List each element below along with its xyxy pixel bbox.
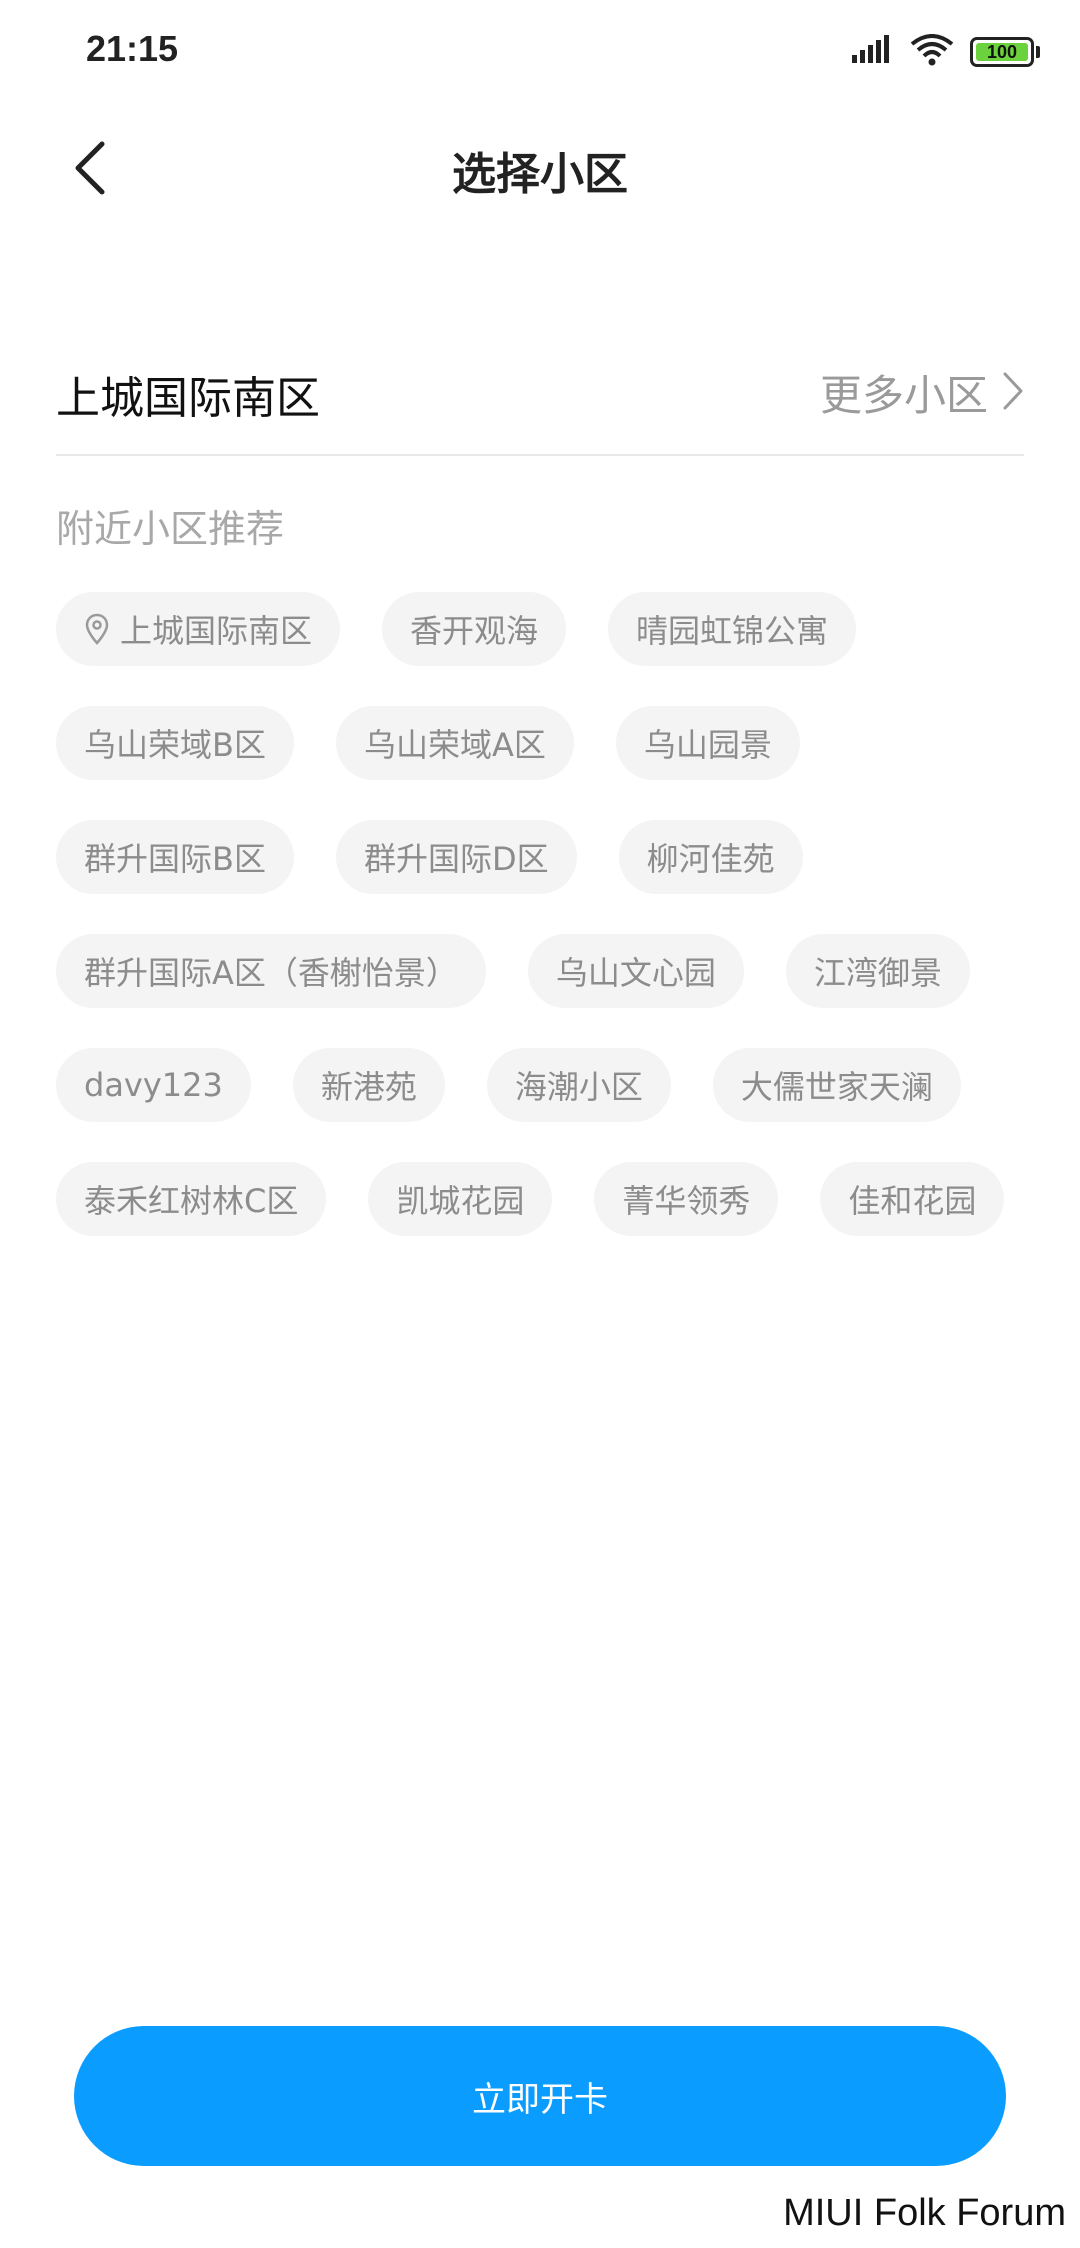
community-chip[interactable]: 乌山荣域A区: [335, 706, 574, 780]
community-chip[interactable]: 佳和花园: [820, 1162, 1005, 1236]
community-chip[interactable]: 菁华领秀: [594, 1162, 779, 1236]
community-chip[interactable]: 群升国际B区: [56, 820, 294, 894]
community-chip[interactable]: 晴园虹锦公寓: [608, 592, 857, 666]
community-chip[interactable]: 凯城花园: [368, 1162, 553, 1236]
status-icons: 100: [850, 32, 1040, 72]
more-communities-link[interactable]: 更多小区: [820, 362, 1024, 423]
community-chip[interactable]: 乌山文心园: [527, 934, 744, 1008]
community-chip[interactable]: 大儒世家天澜: [712, 1048, 961, 1122]
community-chip[interactable]: 江湾御景: [785, 934, 970, 1008]
wifi-icon: [910, 34, 954, 70]
page-title: 选择小区: [452, 149, 628, 200]
more-communities-label: 更多小区: [819, 371, 988, 420]
chip-row: 群升国际B区 群升国际D区 柳河佳苑: [56, 820, 1046, 894]
community-chip[interactable]: 海潮小区: [486, 1048, 671, 1122]
chip-row: 泰禾红树林C区 凯城花园 菁华领秀 佳和花园: [56, 1162, 1046, 1236]
status-bar: 21:15 100: [0, 0, 1080, 100]
selected-community-row: 上城国际南区 更多小区: [56, 350, 1024, 456]
nearby-section-title: 附近小区推荐: [56, 507, 285, 551]
nearby-community-list: 上城国际南区 香开观海 晴园虹锦公寓 乌山荣域B区 乌山荣域A区 乌山园景 群升…: [56, 592, 1046, 1276]
chip-row: 乌山荣域B区 乌山荣域A区 乌山园景: [56, 706, 1046, 780]
community-chip[interactable]: 群升国际D区: [335, 820, 577, 894]
community-chip-current-location[interactable]: 上城国际南区: [56, 592, 341, 666]
community-chip[interactable]: 群升国际A区（香榭怡景）: [56, 934, 486, 1008]
location-pin-icon: [84, 613, 110, 645]
community-chip[interactable]: 香开观海: [382, 592, 567, 666]
signal-icon: [850, 35, 894, 69]
chip-row: 群升国际A区（香榭怡景） 乌山文心园 江湾御景: [56, 934, 1046, 1008]
chevron-right-icon: [1002, 371, 1024, 415]
community-chip[interactable]: davy123: [56, 1048, 251, 1122]
selected-community-name: 上城国际南区: [56, 373, 320, 424]
navigation-bar: 选择小区: [0, 110, 1080, 230]
community-chip[interactable]: 新港苑: [292, 1048, 445, 1122]
battery-icon: 100: [970, 37, 1034, 67]
open-card-button[interactable]: 立即开卡: [74, 2026, 1006, 2166]
community-chip[interactable]: 乌山荣域B区: [56, 706, 294, 780]
battery-level: 100: [986, 41, 1018, 62]
status-time: 21:15: [86, 28, 179, 69]
community-chip[interactable]: 乌山园景: [615, 706, 800, 780]
chip-label: 上城国际南区: [120, 612, 313, 650]
watermark: MIUI Folk Forum: [783, 2192, 1066, 2234]
chip-row: 上城国际南区 香开观海 晴园虹锦公寓: [56, 592, 1046, 666]
community-chip[interactable]: 泰禾红树林C区: [56, 1162, 327, 1236]
community-chip[interactable]: 柳河佳苑: [618, 820, 803, 894]
chip-row: davy123 新港苑 海潮小区 大儒世家天澜: [56, 1048, 1046, 1122]
